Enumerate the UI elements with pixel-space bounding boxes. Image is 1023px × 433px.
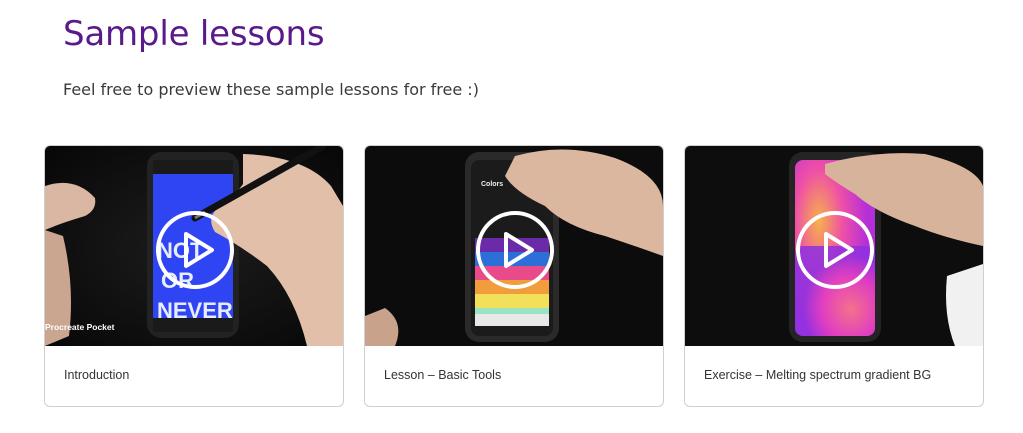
sample-lessons-section: Sample lessons Feel free to preview thes… [0, 0, 1023, 433]
section-title: Sample lessons [63, 14, 325, 54]
section-subtitle: Feel free to preview these sample lesson… [63, 80, 479, 99]
svg-text:NEVER: NEVER [157, 298, 233, 323]
lesson-thumbnail[interactable]: Colors [365, 146, 663, 346]
lesson-caption[interactable]: Exercise – Melting spectrum gradient BG [704, 368, 931, 382]
lesson-caption[interactable]: Lesson – Basic Tools [384, 368, 501, 382]
play-circle-icon[interactable] [475, 210, 555, 290]
lesson-card-introduction[interactable]: NOT OR NEVER Procreate Pocket Introducti… [44, 145, 344, 407]
lesson-card-melting-spectrum[interactable]: Exercise – Melting spectrum gradient BG [684, 145, 984, 407]
lesson-thumbnail[interactable] [685, 146, 983, 346]
lesson-thumbnail[interactable]: NOT OR NEVER Procreate Pocket [45, 146, 343, 346]
app-heading: Colors [481, 181, 503, 188]
lesson-card-basic-tools[interactable]: Colors Lesson – Basic Tools [364, 145, 664, 407]
lesson-caption[interactable]: Introduction [64, 368, 129, 382]
play-circle-icon[interactable] [795, 210, 875, 290]
lesson-card-list: NOT OR NEVER Procreate Pocket Introducti… [44, 145, 984, 407]
play-circle-icon[interactable] [155, 210, 235, 290]
thumbnail-overlay-text: Procreate Pocket [45, 322, 115, 332]
